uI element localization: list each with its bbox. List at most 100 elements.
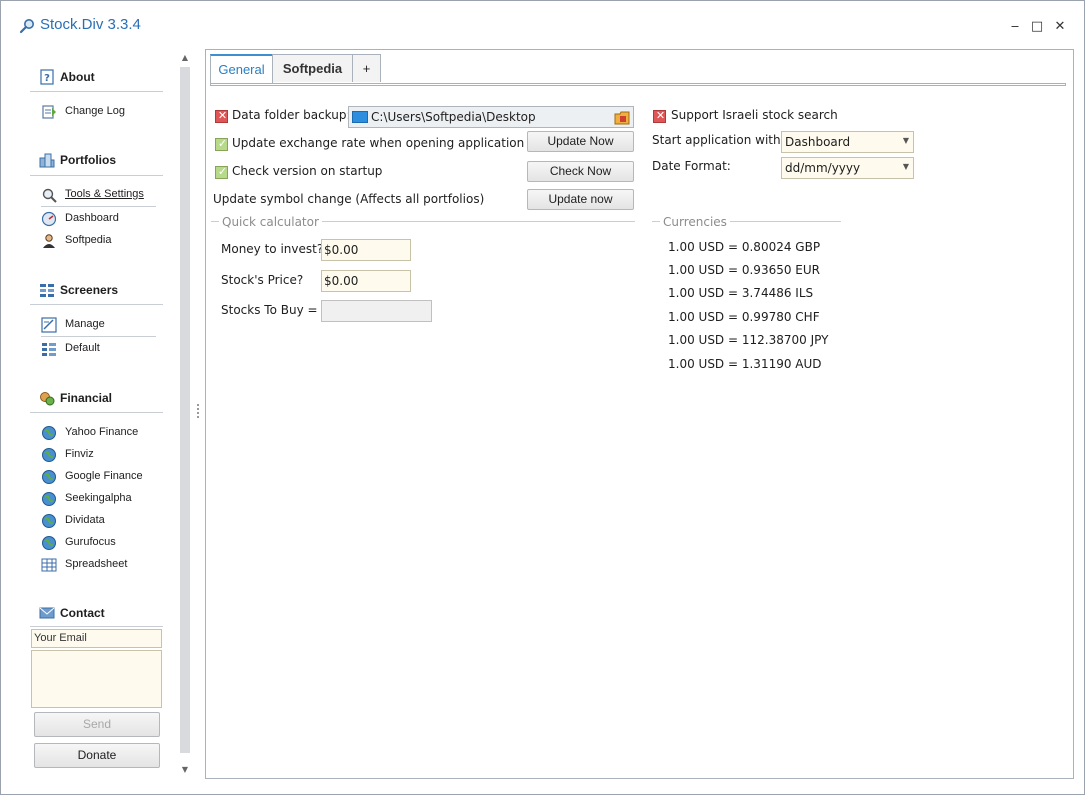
folder-browse-icon[interactable] (614, 110, 630, 125)
sidebar-item-label: Spreadsheet (65, 558, 128, 570)
stocks-to-buy-label: Stocks To Buy = (221, 303, 318, 317)
screeners-icon (40, 284, 54, 297)
update-exchange-checkbox[interactable]: ✓ (215, 137, 228, 151)
globe-icon (42, 514, 56, 528)
portfolios-icon (39, 153, 55, 168)
magnifier-app-icon (19, 19, 34, 34)
globe-icon (42, 492, 56, 506)
tab-general[interactable]: General (210, 54, 273, 84)
sidebar-item-gurufocus[interactable]: Gurufocus (41, 534, 161, 552)
currency-rate: 1.00 USD = 3.74486 ILS (668, 286, 814, 300)
sidebar-item-label: Change Log (65, 105, 125, 117)
start-app-select[interactable]: Dashboard ▼ (781, 131, 914, 153)
support-israeli-label: Support Israeli stock search (671, 108, 838, 122)
sidebar-item-dashboard[interactable]: Dashboard (41, 210, 161, 228)
donate-button[interactable]: Donate (34, 743, 160, 768)
user-icon (43, 234, 55, 248)
sidebar-item-dividata[interactable]: Dividata (41, 512, 161, 530)
spreadsheet-icon (41, 558, 57, 572)
update-exchange-label: Update exchange rate when opening applic… (232, 136, 525, 150)
sidebar-item-label: Seekingalpha (65, 492, 132, 504)
sidebar-item-seekingalpha[interactable]: Seekingalpha (41, 490, 161, 508)
message-textarea[interactable] (31, 650, 162, 708)
grid-icon (42, 343, 56, 356)
sidebar-item-tools-settings[interactable]: Tools & Settings (41, 186, 161, 204)
tab-strip-line (210, 83, 1066, 86)
app-window: Stock.Div 3.3.4 ‒ □ ✕ ? About Change Log… (0, 0, 1085, 795)
scroll-up-icon[interactable]: ▲ (178, 53, 192, 62)
manage-icon (41, 317, 57, 333)
start-app-value: Dashboard (785, 135, 851, 149)
section-about-title: About (60, 70, 95, 84)
sidebar-item-label: Gurufocus (65, 536, 116, 548)
support-israeli-checkbox[interactable]: ✕ (653, 109, 666, 123)
sidebar-item-finviz[interactable]: Finviz (41, 446, 161, 464)
globe-icon (42, 448, 56, 462)
data-folder-checkbox[interactable]: ✕ (215, 109, 228, 123)
globe-icon (42, 470, 56, 484)
sidebar-item-spreadsheet[interactable]: Spreadsheet (41, 556, 161, 574)
globe-icon (42, 426, 56, 440)
tab-softpedia[interactable]: Softpedia (272, 54, 353, 82)
chevron-down-icon: ▼ (902, 162, 909, 171)
sidebar-item-label: Finviz (65, 448, 94, 460)
sidebar-item-google-finance[interactable]: Google Finance (41, 468, 161, 486)
tools-icon (42, 188, 57, 203)
settings-panel: General Softpedia + ✕ Data folder backup… (205, 49, 1074, 779)
sidebar-scrollbar[interactable]: ▲ ▼ (178, 51, 192, 781)
sidebar-item-label: Dashboard (65, 212, 119, 224)
check-version-button[interactable]: Check Now (527, 161, 634, 182)
email-field[interactable]: Your Email (31, 629, 162, 648)
sidebar-item-yahoo-finance[interactable]: Yahoo Finance (41, 424, 161, 442)
sidebar-item-label: Manage (65, 318, 105, 330)
update-symbol-button[interactable]: Update now (527, 189, 634, 210)
minimize-button[interactable]: ‒ (1003, 15, 1027, 39)
tab-add[interactable]: + (352, 54, 381, 82)
splitter-handle[interactable] (197, 404, 199, 418)
sidebar-item-softpedia[interactable]: Softpedia (41, 232, 161, 250)
stocks-to-buy-output (321, 300, 432, 322)
send-button[interactable]: Send (34, 712, 160, 737)
svg-text:?: ? (44, 73, 50, 84)
sidebar-item-label: Dividata (65, 514, 105, 526)
date-format-select[interactable]: dd/mm/yyyy ▼ (781, 157, 914, 179)
sidebar-item-label: Yahoo Finance (65, 426, 139, 438)
monitor-icon (352, 111, 368, 123)
sidebar-item-change-log[interactable]: Change Log (41, 103, 161, 121)
globe-icon (42, 536, 56, 550)
date-format-label: Date Format: (652, 159, 731, 173)
divider (41, 336, 156, 337)
section-screeners-title: Screeners (60, 283, 119, 297)
maximize-button[interactable]: □ (1025, 15, 1049, 39)
stock-price-input[interactable]: $0.00 (321, 270, 411, 292)
currencies-group-title: Currencies (660, 215, 730, 229)
financial-icon (40, 392, 55, 406)
section-contact-title: Contact (60, 606, 105, 620)
scroll-down-icon[interactable]: ▼ (178, 765, 192, 774)
sidebar-item-manage[interactable]: Manage (41, 316, 161, 334)
date-format-value: dd/mm/yyyy (785, 161, 861, 175)
divider (30, 626, 163, 627)
data-folder-path-field[interactable]: C:\Users\Softpedia\Desktop (348, 106, 634, 128)
data-folder-label: Data folder backup: (232, 108, 351, 122)
check-version-checkbox[interactable]: ✓ (215, 165, 228, 179)
chevron-down-icon: ▼ (902, 136, 909, 145)
sidebar-item-label: Default (65, 342, 100, 354)
currency-rate: 1.00 USD = 0.80024 GBP (668, 240, 821, 254)
sidebar-item-label: Tools & Settings (65, 188, 144, 200)
divider (30, 304, 163, 305)
update-symbol-label: Update symbol change (Affects all portfo… (213, 192, 485, 206)
check-version-label: Check version on startup (232, 164, 383, 178)
update-exchange-button[interactable]: Update Now (527, 131, 634, 152)
close-button[interactable]: ✕ (1048, 15, 1072, 39)
dashboard-icon (41, 211, 57, 227)
currency-rate: 1.00 USD = 0.93650 EUR (668, 263, 820, 277)
sidebar-item-default[interactable]: Default (41, 340, 161, 358)
money-to-invest-label: Money to invest? (221, 242, 324, 256)
section-portfolios-title: Portfolios (60, 153, 116, 167)
money-to-invest-input[interactable]: $0.00 (321, 239, 411, 261)
scroll-thumb[interactable] (180, 67, 190, 753)
calculator-group-title: Quick calculator (219, 215, 322, 229)
currency-rate: 1.00 USD = 112.38700 JPY (668, 333, 829, 347)
sidebar-item-label: Google Finance (65, 470, 143, 482)
